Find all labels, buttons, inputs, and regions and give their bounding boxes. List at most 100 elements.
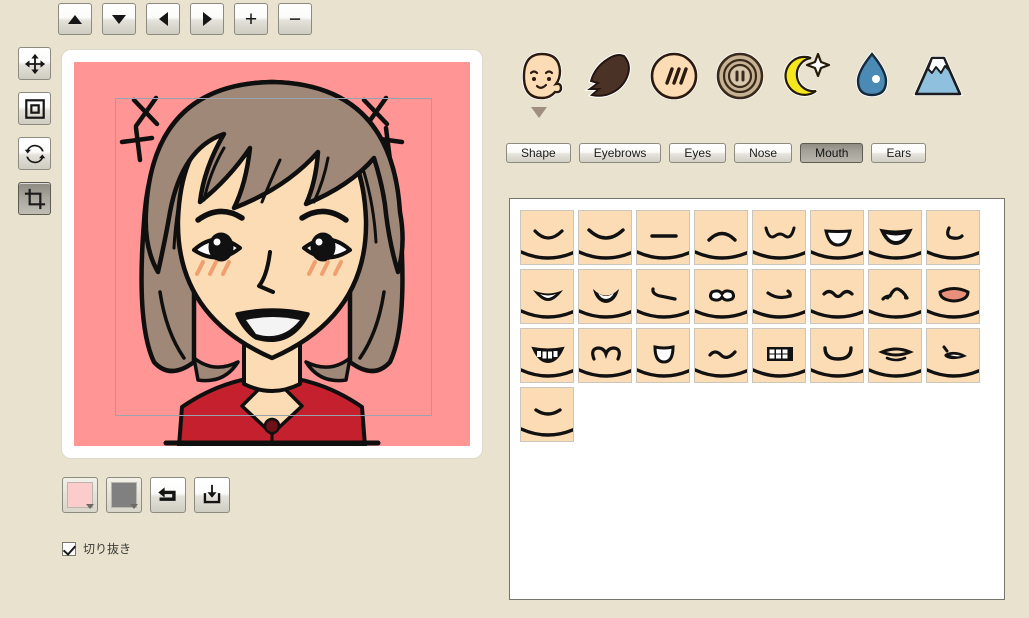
crop-checkbox-row[interactable]: 切り抜き <box>62 540 131 557</box>
four-way-arrow-icon <box>24 53 45 74</box>
mouth-open-grin <box>868 210 922 265</box>
mouth-option-7[interactable] <box>866 208 924 267</box>
baby-face-icon <box>521 51 564 101</box>
category-bar <box>509 45 971 107</box>
mouth-option-14[interactable] <box>808 267 866 326</box>
minus-icon: − <box>288 7 302 31</box>
rotate-tool[interactable] <box>18 137 51 170</box>
tool-rail <box>18 47 51 215</box>
tab-ears-label: Ears <box>886 146 912 160</box>
undo-button[interactable] <box>150 477 186 513</box>
mouth-braces-grid <box>752 328 806 383</box>
category-effects[interactable] <box>839 45 905 107</box>
background-color-swatch[interactable] <box>62 477 98 513</box>
tab-nose-label: Nose <box>749 146 778 160</box>
hair-icon <box>584 53 631 98</box>
mouth-option-21[interactable] <box>750 326 808 385</box>
download-icon <box>203 484 221 504</box>
mouth-option-1[interactable] <box>518 208 576 267</box>
mouth-open-oval-smile <box>578 269 632 324</box>
avatar-canvas[interactable] <box>74 62 470 446</box>
chevron-down-icon <box>86 504 94 509</box>
mouth-thin-open-slit <box>520 269 574 324</box>
tab-eyes[interactable]: Eyes <box>669 143 727 163</box>
mouth-curved-tick <box>752 269 806 324</box>
tab-mouth-label: Mouth <box>815 146 849 160</box>
mouth-option-23[interactable] <box>866 326 924 385</box>
crop-icon <box>24 188 45 209</box>
tab-shape-label: Shape <box>521 146 556 160</box>
tab-nose[interactable]: Nose <box>734 143 793 163</box>
frame-tool[interactable] <box>18 92 51 125</box>
selected-category-indicator <box>531 107 547 118</box>
mouth-small-hook <box>926 210 980 265</box>
tab-eyes-label: Eyes <box>684 146 712 160</box>
mouth-option-24[interactable] <box>924 326 982 385</box>
mouth-option-4[interactable] <box>692 208 750 267</box>
mouth-option-9[interactable] <box>518 267 576 326</box>
tab-ears[interactable]: Ears <box>871 143 927 163</box>
mouth-diagonal-stroke <box>636 269 690 324</box>
transform-toolbar: + − <box>58 3 312 35</box>
move-left-button[interactable] <box>146 3 180 35</box>
mouth-option-16[interactable] <box>924 267 982 326</box>
tab-eyebrows-label: Eyebrows <box>593 146 647 160</box>
line-color-swatch[interactable] <box>106 477 142 513</box>
mouth-option-22[interactable] <box>808 326 866 385</box>
move-tool[interactable] <box>18 47 51 80</box>
water-drop-icon <box>855 50 889 98</box>
mouth-option-20[interactable] <box>692 326 750 385</box>
mouth-option-2[interactable] <box>576 208 634 267</box>
avatar-illustration <box>74 62 470 446</box>
mouth-peak-wave <box>868 269 922 324</box>
category-hair[interactable] <box>575 45 641 107</box>
category-clothes[interactable] <box>707 45 773 107</box>
mouth-double-lip <box>868 328 922 383</box>
mouth-option-19[interactable] <box>634 326 692 385</box>
mouth-option-10[interactable] <box>576 267 634 326</box>
category-body[interactable] <box>641 45 707 107</box>
mouth-frown-arc <box>694 210 748 265</box>
move-up-button[interactable] <box>58 3 92 35</box>
mouth-open-tongue-bowl <box>636 328 690 383</box>
mouth-straight-line <box>636 210 690 265</box>
mouth-gentle-curve <box>520 387 574 442</box>
category-background[interactable] <box>905 45 971 107</box>
tab-eyebrows[interactable]: Eyebrows <box>578 143 662 163</box>
move-down-button[interactable] <box>102 3 136 35</box>
mouth-cat-omega <box>578 328 632 383</box>
mouth-bowtie-shape <box>694 269 748 324</box>
mouth-option-11[interactable] <box>634 267 692 326</box>
feature-tab-bar: Shape Eyebrows Eyes Nose Mouth Ears <box>506 143 927 163</box>
mouth-option-8[interactable] <box>924 208 982 267</box>
chevron-down-icon <box>130 504 138 509</box>
crop-checkbox-label: 切り抜き <box>83 542 132 556</box>
mouth-option-17[interactable] <box>518 326 576 385</box>
button-icon <box>716 52 764 100</box>
mouth-option-18[interactable] <box>576 326 634 385</box>
save-button[interactable] <box>194 477 230 513</box>
crop-tool[interactable] <box>18 182 51 215</box>
crop-checkbox[interactable] <box>62 541 76 556</box>
triangle-down-icon <box>103 4 135 34</box>
mouth-option-12[interactable] <box>692 267 750 326</box>
triangle-up-icon <box>59 4 91 34</box>
mouth-open-half-bowl <box>810 210 864 265</box>
nested-square-icon <box>24 98 45 119</box>
mouth-options-grid <box>518 208 982 444</box>
category-face[interactable] <box>509 45 575 107</box>
tab-mouth[interactable]: Mouth <box>800 143 864 163</box>
tab-shape[interactable]: Shape <box>506 143 571 163</box>
mouth-option-15[interactable] <box>866 267 924 326</box>
zoom-in-button[interactable]: + <box>234 3 268 35</box>
mouth-option-5[interactable] <box>750 208 808 267</box>
mouth-option-6[interactable] <box>808 208 866 267</box>
mouth-option-25[interactable] <box>518 385 576 444</box>
zoom-out-button[interactable]: − <box>278 3 312 35</box>
category-accessories[interactable] <box>773 45 839 107</box>
move-right-button[interactable] <box>190 3 224 35</box>
mouth-option-3[interactable] <box>634 208 692 267</box>
triangle-right-icon <box>191 4 223 34</box>
mouth-lips-pink-fill <box>926 269 980 324</box>
mouth-option-13[interactable] <box>750 267 808 326</box>
